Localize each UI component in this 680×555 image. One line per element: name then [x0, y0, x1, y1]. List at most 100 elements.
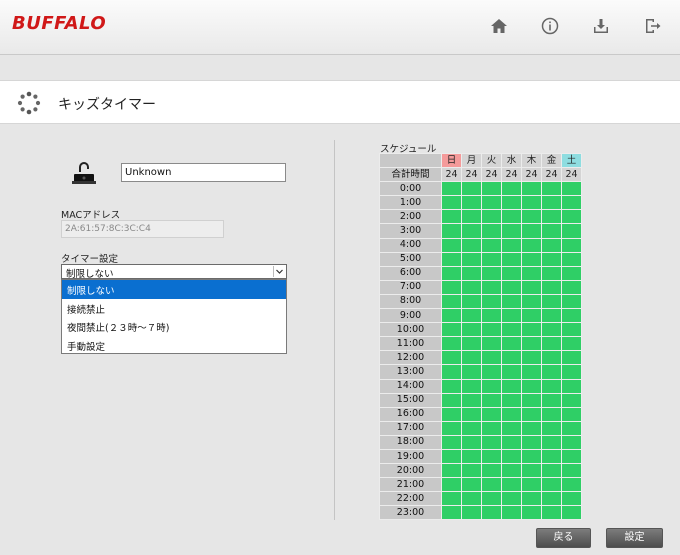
schedule-cell[interactable] [501, 392, 522, 408]
schedule-cell[interactable] [521, 279, 542, 295]
schedule-cell[interactable] [441, 448, 462, 465]
schedule-cell[interactable] [461, 420, 482, 436]
schedule-cell[interactable] [461, 448, 482, 465]
schedule-cell[interactable] [441, 463, 462, 479]
schedule-cell[interactable] [521, 293, 542, 310]
schedule-cell[interactable] [461, 406, 482, 422]
schedule-cell[interactable] [481, 392, 502, 408]
schedule-cell[interactable] [501, 251, 522, 267]
schedule-cell[interactable] [481, 350, 502, 366]
schedule-cell[interactable] [541, 420, 562, 436]
schedule-cell[interactable] [481, 477, 502, 493]
schedule-cell[interactable] [561, 491, 582, 507]
schedule-cell[interactable] [541, 463, 562, 479]
info-icon[interactable] [540, 16, 560, 36]
schedule-cell[interactable] [541, 181, 562, 197]
schedule-cell[interactable] [461, 477, 482, 493]
schedule-cell[interactable] [501, 265, 522, 281]
schedule-cell[interactable] [501, 434, 522, 450]
schedule-cell[interactable] [521, 392, 542, 408]
schedule-cell[interactable] [481, 378, 502, 394]
schedule-cell[interactable] [541, 491, 562, 507]
schedule-cell[interactable] [561, 279, 582, 295]
schedule-cell[interactable] [461, 279, 482, 295]
back-button[interactable]: 戻る [536, 528, 591, 548]
schedule-cell[interactable] [541, 505, 562, 521]
schedule-cell[interactable] [481, 308, 502, 324]
schedule-cell[interactable] [501, 293, 522, 310]
schedule-cell[interactable] [441, 293, 462, 310]
schedule-cell[interactable] [521, 265, 542, 281]
download-icon[interactable] [591, 16, 611, 36]
schedule-cell[interactable] [481, 251, 502, 267]
schedule-cell[interactable] [481, 420, 502, 436]
schedule-cell[interactable] [521, 350, 542, 366]
schedule-cell[interactable] [461, 505, 482, 521]
logout-icon[interactable] [643, 16, 663, 36]
timer-option-night-block[interactable]: 夜間禁止(２３時～７時) [62, 317, 286, 336]
schedule-cell[interactable] [541, 265, 562, 281]
schedule-cell[interactable] [521, 463, 542, 479]
schedule-cell[interactable] [561, 505, 582, 521]
schedule-cell[interactable] [481, 434, 502, 450]
schedule-cell[interactable] [561, 434, 582, 450]
schedule-cell[interactable] [461, 237, 482, 253]
schedule-cell[interactable] [441, 209, 462, 225]
schedule-cell[interactable] [461, 265, 482, 281]
schedule-cell[interactable] [501, 477, 522, 493]
schedule-cell[interactable] [561, 420, 582, 436]
schedule-cell[interactable] [501, 322, 522, 338]
schedule-cell[interactable] [561, 181, 582, 197]
schedule-cell[interactable] [561, 209, 582, 225]
schedule-cell[interactable] [521, 209, 542, 225]
schedule-cell[interactable] [561, 293, 582, 310]
schedule-cell[interactable] [561, 378, 582, 394]
schedule-cell[interactable] [481, 322, 502, 338]
schedule-cell[interactable] [481, 463, 502, 479]
schedule-cell[interactable] [441, 195, 462, 211]
schedule-cell[interactable] [541, 477, 562, 493]
schedule-cell[interactable] [541, 322, 562, 338]
schedule-cell[interactable] [541, 209, 562, 225]
schedule-cell[interactable] [541, 308, 562, 324]
schedule-cell[interactable] [481, 265, 502, 281]
schedule-cell[interactable] [521, 378, 542, 394]
schedule-cell[interactable] [461, 364, 482, 380]
schedule-cell[interactable] [561, 237, 582, 253]
schedule-cell[interactable] [541, 350, 562, 366]
save-button[interactable]: 設定 [606, 528, 663, 548]
schedule-cell[interactable] [541, 195, 562, 211]
schedule-cell[interactable] [541, 223, 562, 239]
schedule-cell[interactable] [561, 336, 582, 352]
schedule-cell[interactable] [441, 392, 462, 408]
schedule-cell[interactable] [501, 336, 522, 352]
schedule-cell[interactable] [521, 364, 542, 380]
schedule-cell[interactable] [461, 350, 482, 366]
schedule-cell[interactable] [481, 293, 502, 310]
chevron-down-icon[interactable] [273, 266, 284, 277]
schedule-cell[interactable] [521, 491, 542, 507]
schedule-cell[interactable] [521, 181, 542, 197]
schedule-cell[interactable] [561, 251, 582, 267]
schedule-cell[interactable] [541, 293, 562, 310]
schedule-cell[interactable] [561, 448, 582, 465]
schedule-cell[interactable] [521, 308, 542, 324]
schedule-cell[interactable] [541, 364, 562, 380]
schedule-cell[interactable] [501, 308, 522, 324]
schedule-cell[interactable] [441, 265, 462, 281]
schedule-cell[interactable] [561, 265, 582, 281]
schedule-cell[interactable] [481, 209, 502, 225]
schedule-cell[interactable] [521, 505, 542, 521]
schedule-cell[interactable] [521, 336, 542, 352]
schedule-cell[interactable] [461, 195, 482, 211]
schedule-cell[interactable] [441, 491, 462, 507]
schedule-cell[interactable] [461, 322, 482, 338]
schedule-cell[interactable] [521, 195, 542, 211]
schedule-cell[interactable] [501, 505, 522, 521]
schedule-cell[interactable] [561, 463, 582, 479]
schedule-cell[interactable] [481, 505, 502, 521]
schedule-cell[interactable] [481, 195, 502, 211]
schedule-cell[interactable] [481, 406, 502, 422]
schedule-cell[interactable] [561, 308, 582, 324]
schedule-cell[interactable] [461, 293, 482, 310]
